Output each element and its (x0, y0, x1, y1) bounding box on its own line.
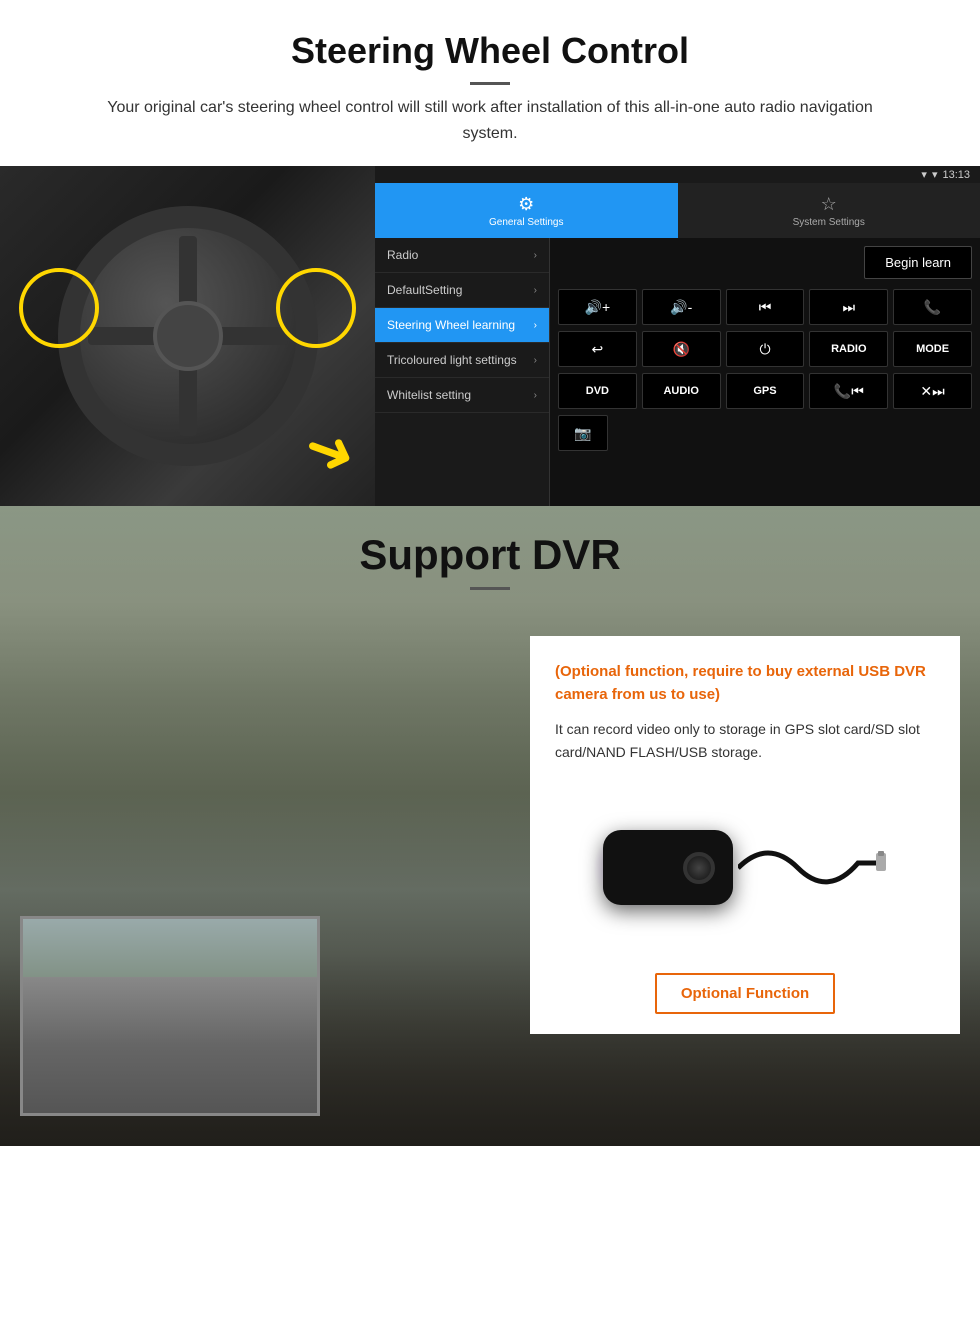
dvr-camera-image (555, 778, 935, 958)
menu-item-tricoloured[interactable]: Tricoloured light settings › (375, 343, 549, 378)
system-icon: ☆ (821, 194, 837, 215)
thumb-road (23, 977, 317, 1113)
radio-btn[interactable]: RADIO (809, 331, 888, 367)
chevron-right-icon: › (534, 320, 537, 331)
system-settings-label: System Settings (793, 217, 865, 228)
camera-btn[interactable]: 📷 (558, 415, 608, 451)
vol-down-btn[interactable]: 🔊- (642, 289, 721, 325)
steering-description: Your original car's steering wheel contr… (90, 95, 890, 146)
android-statusbar: ▾ ▾ 13:13 (375, 166, 980, 183)
signal-icon: ▾ (932, 168, 938, 181)
dvr-info-box: (Optional function, require to buy exter… (530, 636, 960, 1034)
dvr-content: (Optional function, require to buy exter… (0, 636, 980, 1116)
steering-demo: ➜ ▾ ▾ 13:13 ⚙ General Settings ☆ System … (0, 166, 980, 506)
highlight-circle-left (19, 268, 99, 348)
camera-body (603, 830, 733, 905)
dvr-title: Support DVR (20, 531, 960, 579)
dvr-title-divider (470, 587, 510, 590)
mute-next-btn[interactable]: ✕⏭ (893, 373, 972, 409)
menu-item-default[interactable]: DefaultSetting › (375, 273, 549, 308)
audio-btn[interactable]: AUDIO (642, 373, 721, 409)
menu-default-label: DefaultSetting (387, 283, 462, 297)
begin-learn-row: Begin learn (558, 246, 972, 279)
chevron-right-icon: › (534, 355, 537, 366)
menu-item-whitelist[interactable]: Whitelist setting › (375, 378, 549, 413)
statusbar-time: 13:13 (942, 169, 970, 181)
power-btn[interactable]: ⏻ (726, 331, 805, 367)
phone-btn[interactable]: 📞 (893, 289, 972, 325)
menu-item-steering-wheel[interactable]: Steering Wheel learning › (375, 308, 549, 343)
control-row-3: DVD AUDIO GPS 📞⏮ ✕⏭ (558, 373, 972, 409)
chevron-right-icon: › (534, 285, 537, 296)
next-btn[interactable]: ⏭ (809, 289, 888, 325)
mute-btn[interactable]: 🔇 (642, 331, 721, 367)
gear-icon: ⚙ (518, 194, 534, 215)
camera-lens (683, 852, 715, 884)
back-btn[interactable]: ↩ (558, 331, 637, 367)
title-divider (470, 82, 510, 85)
steering-photo: ➜ (0, 166, 375, 506)
steering-title: Steering Wheel Control (20, 30, 960, 72)
highlight-circle-right (276, 268, 356, 348)
dvr-optional-text: (Optional function, require to buy exter… (555, 661, 935, 706)
settings-menu: Radio › DefaultSetting › Steering Wheel … (375, 238, 550, 506)
steering-header: Steering Wheel Control Your original car… (0, 0, 980, 156)
wifi-icon: ▾ (921, 168, 927, 181)
yellow-arrow-icon: ➜ (294, 410, 365, 493)
android-ui: ▾ ▾ 13:13 ⚙ General Settings ☆ System Se… (375, 166, 980, 506)
gps-btn[interactable]: GPS (726, 373, 805, 409)
mode-btn[interactable]: MODE (893, 331, 972, 367)
menu-tricoloured-label: Tricoloured light settings (387, 353, 517, 367)
phone-prev-btn[interactable]: 📞⏮ (809, 373, 888, 409)
steering-section: Steering Wheel Control Your original car… (0, 0, 980, 506)
dvr-thumbnail (20, 916, 320, 1116)
optional-function-button[interactable]: Optional Function (655, 973, 835, 1014)
menu-item-radio[interactable]: Radio › (375, 238, 549, 273)
control-row-1: 🔊+ 🔊- ⏮ ⏭ 📞 (558, 289, 972, 325)
general-settings-label: General Settings (489, 217, 564, 228)
control-row-2: ↩ 🔇 ⏻ RADIO MODE (558, 331, 972, 367)
menu-whitelist-label: Whitelist setting (387, 388, 471, 402)
control-row-4: 📷 (558, 415, 972, 451)
menu-steering-label: Steering Wheel learning (387, 318, 515, 332)
begin-learn-button[interactable]: Begin learn (864, 246, 972, 279)
menu-radio-label: Radio (387, 248, 418, 262)
tab-general-settings[interactable]: ⚙ General Settings (375, 183, 678, 238)
tab-system-settings[interactable]: ☆ System Settings (678, 183, 980, 238)
steering-buttons-panel: Begin learn 🔊+ 🔊- ⏮ ⏭ 📞 ↩ 🔇 ⏻ (550, 238, 980, 506)
dvr-section: Support DVR (Optional function, require … (0, 506, 980, 1146)
chevron-right-icon: › (534, 250, 537, 261)
vol-up-btn[interactable]: 🔊+ (558, 289, 637, 325)
android-content: Radio › DefaultSetting › Steering Wheel … (375, 238, 980, 506)
prev-btn[interactable]: ⏮ (726, 289, 805, 325)
dvr-header: Support DVR (0, 506, 980, 606)
chevron-right-icon: › (534, 390, 537, 401)
wheel-outer (58, 206, 318, 466)
usb-cable-svg (738, 818, 888, 918)
android-tabs: ⚙ General Settings ☆ System Settings (375, 183, 980, 238)
wheel-hub (153, 301, 223, 371)
dvr-description: It can record video only to storage in G… (555, 718, 935, 763)
camera-cable-assembly (738, 818, 888, 918)
dvd-btn[interactable]: DVD (558, 373, 637, 409)
